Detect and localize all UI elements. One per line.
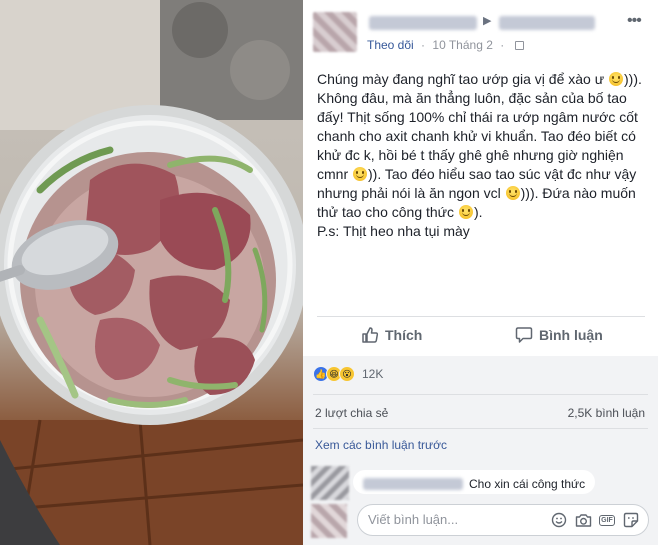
comment-bubble: Cho xin cái công thức	[353, 470, 596, 494]
meta-separator: ·	[421, 38, 426, 52]
emoji-icon[interactable]	[550, 511, 568, 529]
speech-bubble-icon	[515, 327, 533, 343]
camera-icon[interactable]	[574, 511, 592, 529]
wow-reaction-icon: 😮	[339, 366, 355, 382]
follow-link[interactable]: Theo dõi	[367, 38, 414, 52]
more-dots-icon[interactable]: •••	[627, 12, 642, 30]
privacy-icon	[514, 41, 524, 50]
comment-text: Cho xin cái công thức	[469, 477, 586, 491]
comment-label: Bình luận	[539, 327, 603, 343]
post-meta: Theo dõi · 10 Tháng 2 ·	[367, 38, 524, 52]
post-text-line: chanh cho axit chanh khử vi khuẩn. Tao đ…	[317, 127, 649, 146]
like-button[interactable]: Thích	[361, 326, 422, 344]
comments-count[interactable]: 2,5K bình luận	[568, 406, 645, 420]
engagement-section: 👍 😆 😮 12K 2 lượt chia sẻ 2,5K bình luận …	[303, 356, 658, 545]
post-header: ▶ ••• Theo dõi · 10 Tháng 2 ·	[303, 0, 658, 60]
composer-tools: GIF	[550, 511, 640, 529]
thumbs-up-icon	[362, 327, 379, 343]
comment-item: Cho xin cái công thức	[303, 464, 658, 500]
post-text: Chúng mày đang nghĩ tao ướp gia vị để xà…	[317, 70, 649, 241]
reactions-summary[interactable]: 👍 😆 😮 12K	[313, 366, 383, 382]
post-text-segment: chanh cho axit chanh khử vi khuẩn. Tao đ…	[317, 128, 636, 144]
post-actions: Thích Bình luận	[303, 320, 658, 354]
post-text-line: khử đc k, hồi bé t thấy ghê ghê nhưng gi…	[317, 146, 649, 165]
post-text-line: đấy! Thịt sống 100% chỉ thái ra ướp ngâm…	[317, 108, 649, 127]
divider	[317, 316, 645, 317]
post-photo[interactable]	[0, 0, 303, 545]
post-text-segment: P.s: Thịt heo nha tụi mày	[317, 223, 470, 239]
author-name-redacted[interactable]	[369, 16, 477, 30]
commenter-name-redacted[interactable]	[363, 478, 463, 490]
post-text-segment: cmnr	[317, 166, 352, 182]
comment-button[interactable]: Bình luận	[515, 326, 603, 344]
post-text-segment: ).	[473, 204, 483, 220]
post-text-line: Không đâu, mà ăn thẳng luôn, đặc sản của…	[317, 89, 649, 108]
smile-emoji-icon	[609, 72, 623, 86]
comment-composer: GIF	[303, 502, 658, 542]
post-text-segment: nhưng phải nói là ăn ngon vcl	[317, 185, 505, 201]
current-user-avatar	[311, 504, 347, 538]
post-text-segment: Chúng mày đang nghĩ tao ướp gia vị để xà…	[317, 71, 608, 87]
reaction-count: 12K	[362, 367, 384, 381]
post-text-line: thử tao cho công thức ).	[317, 203, 649, 222]
comment-input[interactable]	[368, 512, 538, 527]
sticker-icon[interactable]	[622, 511, 640, 529]
divider	[313, 428, 648, 429]
smile-emoji-icon	[505, 186, 520, 200]
post-panel: ▶ ••• Theo dõi · 10 Tháng 2 · Chúng mày …	[303, 0, 658, 545]
post-text-line: nhưng phải nói là ăn ngon vcl ))). Đứa n…	[317, 184, 649, 203]
gif-icon[interactable]: GIF	[598, 511, 616, 529]
photo-artwork	[0, 0, 303, 545]
post-text-line: P.s: Thịt heo nha tụi mày	[317, 222, 649, 241]
author-avatar[interactable]	[313, 12, 357, 52]
post-text-line: cmnr )). Tao đéo hiểu sao tao súc vật đc…	[317, 165, 649, 184]
post-date[interactable]: 10 Tháng 2	[432, 38, 493, 52]
shares-count[interactable]: 2 lượt chia sẻ	[315, 406, 388, 420]
group-name-redacted[interactable]	[499, 16, 595, 30]
view-previous-comments[interactable]: Xem các bình luận trước	[315, 438, 447, 452]
gif-label: GIF	[599, 514, 615, 526]
post-text-segment: ))).	[624, 71, 642, 87]
comment-input-box[interactable]: GIF	[357, 504, 649, 536]
post-text-segment: )). Tao đéo hiểu sao tao súc vật đc như …	[368, 166, 637, 182]
share-arrow-icon: ▶	[483, 15, 492, 27]
smile-emoji-icon	[458, 205, 473, 219]
post-text-segment: thử tao cho công thức	[317, 204, 458, 220]
post-text-segment: đấy! Thịt sống 100% chỉ thái ra ướp ngâm…	[317, 109, 638, 125]
post-text-segment: khử đc k, hồi bé t thấy ghê ghê nhưng gi…	[317, 147, 624, 163]
post-text-segment: ))). Đứa nào muốn	[520, 185, 636, 201]
commenter-avatar[interactable]	[311, 466, 349, 500]
smile-emoji-icon	[353, 167, 367, 181]
post-text-segment: Không đâu, mà ăn thẳng luôn, đặc sản của…	[317, 90, 627, 106]
meta-separator: ·	[500, 38, 505, 52]
divider	[313, 394, 648, 395]
like-label: Thích	[385, 327, 423, 343]
post-text-line: Chúng mày đang nghĩ tao ướp gia vị để xà…	[317, 70, 649, 89]
